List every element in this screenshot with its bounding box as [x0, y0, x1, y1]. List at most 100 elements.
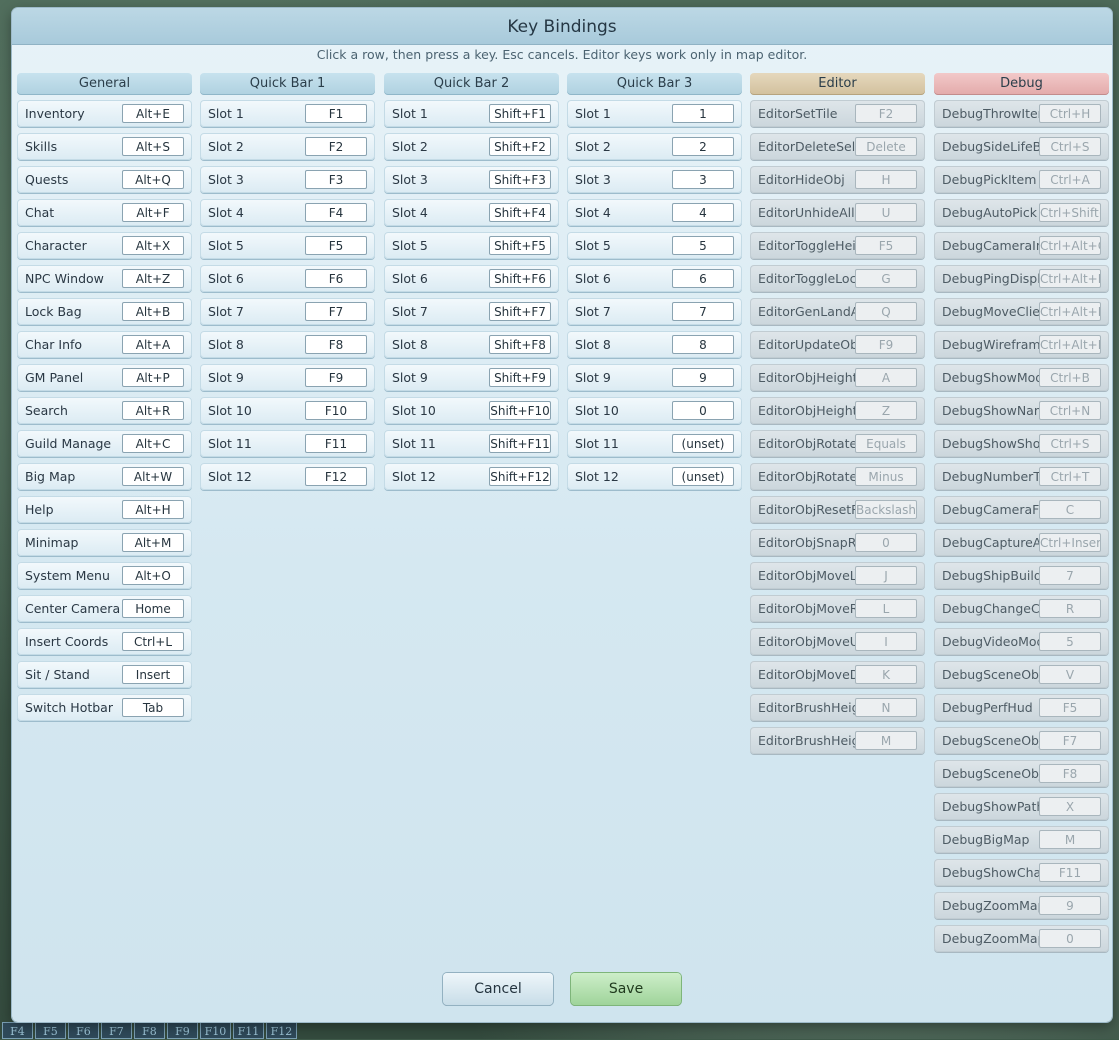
- binding-key-field[interactable]: 0: [672, 401, 734, 420]
- binding-row[interactable]: DebugBigMap M: [934, 826, 1109, 853]
- hotbar-key[interactable]: F10: [200, 1022, 231, 1039]
- binding-key-field[interactable]: F7: [1039, 731, 1101, 750]
- binding-row[interactable]: Slot 2 2: [567, 133, 742, 160]
- binding-key-field[interactable]: Ctrl+Alt+M: [1039, 302, 1101, 321]
- binding-row[interactable]: EditorGenLandAt Q: [750, 298, 925, 325]
- binding-key-field[interactable]: U: [855, 203, 917, 222]
- binding-key-field[interactable]: 3: [672, 170, 734, 189]
- binding-row[interactable]: Inventory Alt+E: [17, 100, 192, 127]
- binding-key-field[interactable]: Shift+F4: [489, 203, 551, 222]
- binding-key-field[interactable]: A: [855, 368, 917, 387]
- binding-key-field[interactable]: Shift+F11: [489, 434, 551, 453]
- binding-row[interactable]: DebugSceneObj F8: [934, 760, 1109, 787]
- binding-row[interactable]: Slot 6 6: [567, 265, 742, 292]
- binding-key-field[interactable]: Ctrl+Alt+F: [1039, 335, 1101, 354]
- binding-key-field[interactable]: 5: [1039, 632, 1101, 651]
- binding-row[interactable]: EditorUpdateObj F9: [750, 331, 925, 358]
- binding-key-field[interactable]: I: [855, 632, 917, 651]
- binding-row[interactable]: EditorObjRotateC Minus: [750, 463, 925, 490]
- binding-key-field[interactable]: Shift+F5: [489, 236, 551, 255]
- binding-key-field[interactable]: 9: [1039, 896, 1101, 915]
- binding-key-field[interactable]: Alt+F: [122, 203, 184, 222]
- binding-key-field[interactable]: F9: [855, 335, 917, 354]
- binding-row[interactable]: DebugZoomMap 0: [934, 925, 1109, 952]
- binding-key-field[interactable]: F4: [305, 203, 367, 222]
- binding-key-field[interactable]: Shift+F12: [489, 467, 551, 486]
- binding-key-field[interactable]: Alt+A: [122, 335, 184, 354]
- binding-key-field[interactable]: Delete: [855, 137, 917, 156]
- binding-key-field[interactable]: 5: [672, 236, 734, 255]
- binding-row[interactable]: DebugPingDispla Ctrl+Alt+K: [934, 265, 1109, 292]
- binding-row[interactable]: Slot 10 Shift+F10: [384, 397, 559, 424]
- binding-key-field[interactable]: Alt+B: [122, 302, 184, 321]
- binding-row[interactable]: Slot 5 Shift+F5: [384, 232, 559, 259]
- binding-row[interactable]: DebugShowShop Ctrl+S: [934, 430, 1109, 457]
- binding-key-field[interactable]: H: [855, 170, 917, 189]
- binding-key-field[interactable]: L: [855, 599, 917, 618]
- binding-row[interactable]: Sit / Stand Insert: [17, 661, 192, 688]
- binding-key-field[interactable]: C: [1039, 500, 1101, 519]
- binding-key-field[interactable]: Ctrl+Shift+A: [1039, 203, 1101, 222]
- binding-key-field[interactable]: Ctrl+Alt+K: [1039, 269, 1101, 288]
- binding-key-field[interactable]: V: [1039, 665, 1101, 684]
- binding-row[interactable]: Slot 9 Shift+F9: [384, 364, 559, 391]
- binding-row[interactable]: Slot 1 Shift+F1: [384, 100, 559, 127]
- binding-row[interactable]: EditorUnhideAll U: [750, 199, 925, 226]
- binding-row[interactable]: Skills Alt+S: [17, 133, 192, 160]
- binding-key-field[interactable]: Ctrl+S: [1039, 434, 1101, 453]
- binding-row[interactable]: Slot 10 F10: [200, 397, 375, 424]
- binding-row[interactable]: DebugShowChain F11: [934, 859, 1109, 886]
- hotbar-key[interactable]: F9: [167, 1022, 198, 1039]
- binding-row[interactable]: Quests Alt+Q: [17, 166, 192, 193]
- binding-key-field[interactable]: 6: [672, 269, 734, 288]
- binding-key-field[interactable]: M: [855, 731, 917, 750]
- binding-key-field[interactable]: Z: [855, 401, 917, 420]
- binding-row[interactable]: Char Info Alt+A: [17, 331, 192, 358]
- binding-row[interactable]: Slot 1 F1: [200, 100, 375, 127]
- binding-row[interactable]: Slot 8 8: [567, 331, 742, 358]
- binding-key-field[interactable]: Alt+S: [122, 137, 184, 156]
- binding-row[interactable]: DebugThrowItem Ctrl+H: [934, 100, 1109, 127]
- binding-key-field[interactable]: 8: [672, 335, 734, 354]
- cancel-button[interactable]: Cancel: [443, 973, 553, 1005]
- binding-row[interactable]: Switch Hotbar Tab: [17, 694, 192, 721]
- binding-key-field[interactable]: F8: [1039, 764, 1101, 783]
- binding-key-field[interactable]: Alt+H: [122, 500, 184, 519]
- binding-row[interactable]: EditorObjMoveDo K: [750, 661, 925, 688]
- hotbar-key[interactable]: F8: [134, 1022, 165, 1039]
- binding-row[interactable]: NPC Window Alt+Z: [17, 265, 192, 292]
- binding-row[interactable]: Slot 3 F3: [200, 166, 375, 193]
- binding-key-field[interactable]: F3: [305, 170, 367, 189]
- binding-key-field[interactable]: F2: [855, 104, 917, 123]
- binding-key-field[interactable]: F11: [305, 434, 367, 453]
- binding-row[interactable]: EditorObjRotateC Equals: [750, 430, 925, 457]
- binding-key-field[interactable]: 4: [672, 203, 734, 222]
- binding-key-field[interactable]: Shift+F10: [489, 401, 551, 420]
- binding-row[interactable]: DebugCameraInf Ctrl+Alt+C: [934, 232, 1109, 259]
- binding-row[interactable]: Slot 12 Shift+F12: [384, 463, 559, 490]
- binding-key-field[interactable]: Shift+F9: [489, 368, 551, 387]
- hotbar-key[interactable]: F6: [68, 1022, 99, 1039]
- binding-key-field[interactable]: F5: [1039, 698, 1101, 717]
- binding-key-field[interactable]: N: [855, 698, 917, 717]
- binding-row[interactable]: Slot 6 F6: [200, 265, 375, 292]
- binding-key-field[interactable]: 7: [672, 302, 734, 321]
- hotbar-key[interactable]: F4: [2, 1022, 33, 1039]
- binding-row[interactable]: EditorBrushHeigh N: [750, 694, 925, 721]
- binding-row[interactable]: Minimap Alt+M: [17, 529, 192, 556]
- dialog-title-bar[interactable]: Key Bindings: [12, 8, 1112, 45]
- binding-key-field[interactable]: F12: [305, 467, 367, 486]
- binding-key-field[interactable]: Home: [122, 599, 184, 618]
- binding-row[interactable]: DebugShowNam Ctrl+N: [934, 397, 1109, 424]
- binding-row[interactable]: DebugPickItem Ctrl+A: [934, 166, 1109, 193]
- binding-key-field[interactable]: 0: [1039, 929, 1101, 948]
- binding-row[interactable]: Slot 2 F2: [200, 133, 375, 160]
- binding-key-field[interactable]: 0: [855, 533, 917, 552]
- binding-key-field[interactable]: Alt+P: [122, 368, 184, 387]
- binding-row[interactable]: EditorHideObj H: [750, 166, 925, 193]
- binding-row[interactable]: EditorToggleLock G: [750, 265, 925, 292]
- binding-row[interactable]: EditorDeleteSelec Delete: [750, 133, 925, 160]
- hotbar-key[interactable]: F12: [266, 1022, 297, 1039]
- binding-row[interactable]: DebugMoveClienCtrl+Alt+M: [934, 298, 1109, 325]
- binding-row[interactable]: Slot 4 Shift+F4: [384, 199, 559, 226]
